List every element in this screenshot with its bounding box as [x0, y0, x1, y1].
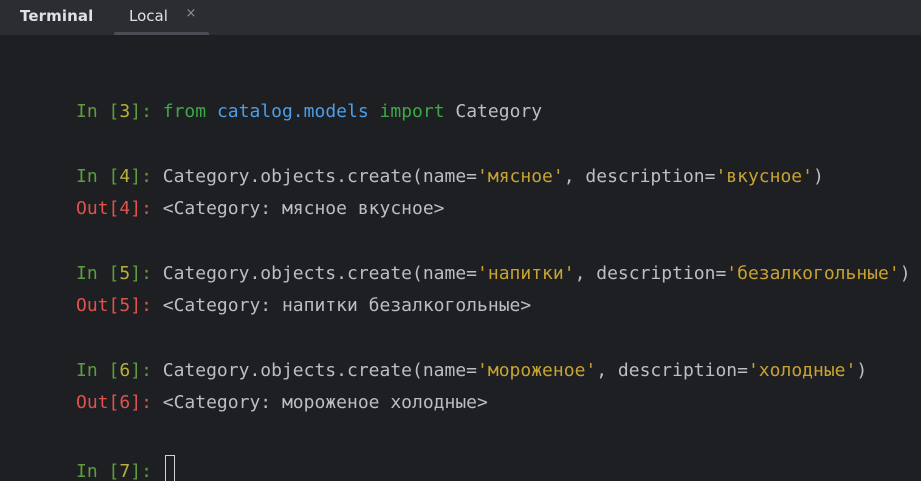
in-prompt: In [7]: — [76, 461, 163, 481]
code-text: , description= — [596, 360, 748, 381]
code-text: , description= — [574, 263, 727, 284]
output-text: <Category: мороженое холодные> — [162, 392, 488, 413]
out-prompt: Out[6]: — [76, 392, 163, 413]
terminal-tab-bar: Terminal Local × — [0, 0, 921, 36]
code-text: , description= — [563, 166, 716, 187]
module-name: catalog.models — [216, 101, 369, 122]
terminal-window: Terminal Local × In [3]: from catalog.mo… — [0, 0, 921, 481]
input-line: In [6]: Category.objects.create(name='мо… — [11, 332, 867, 381]
string-literal: 'мороженое' — [477, 360, 597, 381]
terminal-console[interactable]: In [3]: from catalog.models import Categ… — [0, 36, 921, 481]
string-literal: 'холодные' — [747, 360, 857, 381]
keyword-import: import — [379, 101, 445, 122]
input-line: In [3]: from catalog.models import Categ… — [11, 73, 542, 122]
string-literal: 'мясное' — [477, 166, 564, 187]
string-literal: 'вкусное' — [715, 166, 813, 187]
tab-local[interactable]: Local × — [114, 0, 209, 35]
output-line: Out[6]: <Category: мороженое холодные> — [11, 364, 488, 413]
tool-window-title: Terminal — [20, 7, 94, 25]
output-text: <Category: мясное вкусное> — [162, 198, 445, 219]
code-text: ) — [856, 360, 868, 381]
string-literal: 'безалкогольные' — [726, 263, 900, 284]
active-tab-indicator — [114, 32, 209, 35]
import-target: Category — [444, 101, 543, 122]
text-cursor — [164, 455, 175, 481]
keyword-from: from — [162, 101, 207, 122]
input-line: In [4]: Category.objects.create(name='мя… — [11, 138, 824, 187]
out-prompt: Out[5]: — [76, 295, 163, 316]
input-line-current: In [7]: — [11, 429, 175, 481]
close-icon[interactable]: × — [185, 7, 197, 20]
output-line: Out[5]: <Category: напитки безалкогольны… — [11, 267, 531, 316]
output-line: Out[4]: <Category: мясное вкусное> — [11, 170, 444, 219]
tab-label: Local — [129, 7, 168, 25]
code-text: ) — [899, 263, 911, 284]
input-line: In [5]: Category.objects.create(name='на… — [11, 235, 911, 284]
code-text: ) — [813, 166, 824, 187]
out-prompt: Out[4]: — [76, 198, 163, 219]
output-text: <Category: напитки безалкогольные> — [162, 295, 532, 316]
in-prompt: In [3]: — [76, 101, 163, 122]
